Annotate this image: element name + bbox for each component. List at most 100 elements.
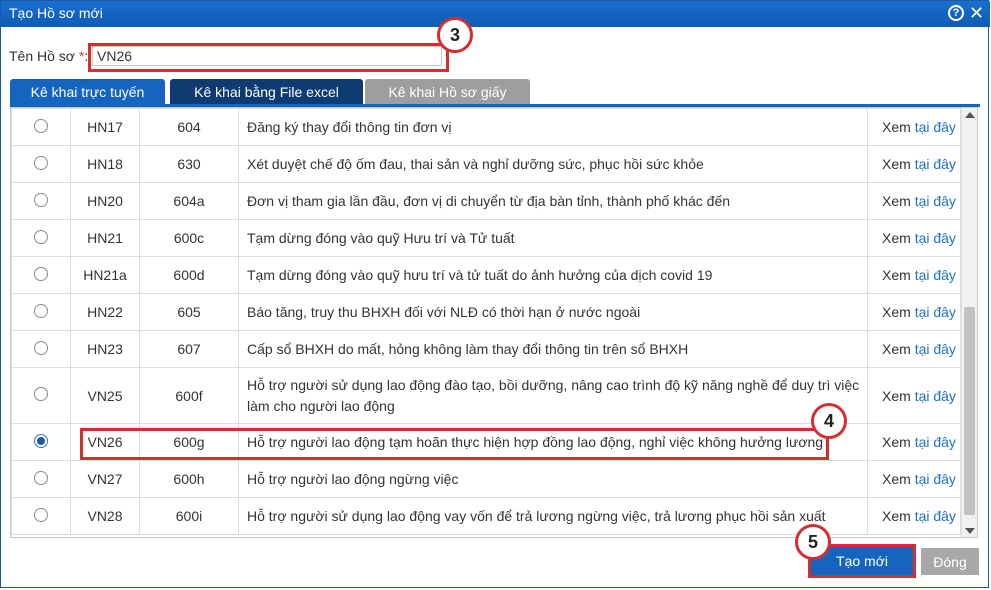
view-here-link[interactable]: tại đây bbox=[915, 230, 956, 246]
row-radio[interactable] bbox=[34, 192, 48, 207]
view-link-cell: Xem tại đây bbox=[867, 219, 961, 257]
row-radio[interactable] bbox=[34, 433, 48, 448]
row-radio[interactable] bbox=[34, 470, 48, 485]
view-here-link[interactable]: tại đây bbox=[915, 267, 956, 283]
form-number: 604 bbox=[139, 108, 239, 146]
procedure-grid: HN17 604 Đăng ký thay đổi thông tin đơn vị… bbox=[10, 107, 978, 538]
view-prefix: Xem bbox=[882, 508, 911, 524]
profile-name-label-text: Tên Hồ sơ bbox=[9, 48, 75, 64]
row-select-cell[interactable] bbox=[11, 367, 71, 424]
view-here-link[interactable]: tại đây bbox=[915, 119, 956, 135]
row-radio[interactable] bbox=[34, 340, 48, 355]
view-link-cell: Xem tại đây bbox=[867, 460, 961, 498]
row-select-cell[interactable] bbox=[11, 293, 71, 331]
view-link-cell: Xem tại đây bbox=[867, 108, 961, 146]
view-link-cell: Xem tại đây bbox=[867, 330, 961, 368]
table-row[interactable]: HN22 605 Báo tăng, truy thu BHXH đối với N… bbox=[11, 293, 961, 331]
form-number: 600h bbox=[139, 460, 239, 498]
view-link-cell: Xem tại đây bbox=[867, 367, 961, 424]
view-here-link[interactable]: tại đây bbox=[915, 471, 956, 487]
row-radio[interactable] bbox=[34, 118, 48, 133]
selected-row-highlight bbox=[80, 428, 829, 460]
view-link-cell: Xem tại đây bbox=[867, 256, 961, 294]
view-here-link[interactable]: tại đây bbox=[915, 508, 956, 524]
row-select-cell[interactable] bbox=[11, 182, 71, 220]
procedure-code: HN17 bbox=[70, 108, 140, 146]
procedure-description: Tạm dừng đóng vào quỹ hưu trí và tử tuất… bbox=[238, 256, 868, 294]
view-here-link[interactable]: tại đây bbox=[915, 434, 956, 450]
view-prefix: Xem bbox=[882, 341, 911, 357]
profile-name-label: Tên Hồ sơ *: bbox=[9, 48, 88, 64]
row-select-cell[interactable] bbox=[11, 497, 71, 535]
view-prefix: Xem bbox=[882, 267, 911, 283]
row-radio[interactable] bbox=[34, 266, 48, 281]
view-here-link[interactable]: tại đây bbox=[915, 304, 956, 320]
tab-online-declaration[interactable]: Kê khai trực tuyến bbox=[10, 79, 165, 106]
view-prefix: Xem bbox=[882, 119, 911, 135]
form-number: 600d bbox=[139, 256, 239, 294]
form-number: 630 bbox=[139, 145, 239, 183]
table-row[interactable]: HN23 607 Cấp sổ BHXH do mất, hỏng không là… bbox=[11, 330, 961, 368]
row-select-cell[interactable] bbox=[11, 423, 71, 461]
table-row[interactable]: HN18 630 Xét duyệt chế độ ốm đau, thai sản… bbox=[11, 145, 961, 183]
row-select-cell[interactable] bbox=[11, 330, 71, 368]
name-field-highlight bbox=[88, 43, 449, 72]
view-prefix: Xem bbox=[882, 304, 911, 320]
procedure-description: Báo tăng, truy thu BHXH đối với NLĐ có t… bbox=[238, 293, 868, 331]
tab-excel-declaration[interactable]: Kê khai bằng File excel bbox=[170, 79, 363, 106]
view-link-cell: Xem tại đây bbox=[867, 145, 961, 183]
row-select-cell[interactable] bbox=[11, 145, 71, 183]
scroll-thumb[interactable] bbox=[964, 307, 975, 515]
table-row[interactable]: HN21 600c Tạm dừng đóng vào quỹ Hưu trí và… bbox=[11, 219, 961, 257]
form-number: 607 bbox=[139, 330, 239, 368]
row-select-cell[interactable] bbox=[11, 460, 71, 498]
form-number: 604a bbox=[139, 182, 239, 220]
callout-5: 5 bbox=[795, 524, 831, 560]
view-here-link[interactable]: tại đây bbox=[915, 156, 956, 172]
procedure-description: Hỗ trợ người sử dụng lao động đào tạo, b… bbox=[238, 367, 868, 424]
procedure-description: Hỗ trợ người lao động ngừng việc bbox=[238, 460, 868, 498]
procedure-code: HN22 bbox=[70, 293, 140, 331]
vertical-scrollbar[interactable] bbox=[961, 108, 977, 537]
view-link-cell: Xem tại đây bbox=[867, 293, 961, 331]
help-icon[interactable]: ? bbox=[948, 5, 964, 21]
row-select-cell[interactable] bbox=[11, 219, 71, 257]
tab-paper-declaration[interactable]: Kê khai Hồ sơ giấy bbox=[365, 79, 530, 106]
procedure-code: HN18 bbox=[70, 145, 140, 183]
row-select-cell[interactable] bbox=[11, 256, 71, 294]
procedure-table: HN17 604 Đăng ký thay đổi thông tin đơn vị… bbox=[11, 108, 961, 535]
row-radio[interactable] bbox=[34, 507, 48, 522]
view-prefix: Xem bbox=[882, 387, 911, 404]
procedure-code: VN27 bbox=[70, 460, 140, 498]
scroll-up-icon[interactable] bbox=[965, 112, 975, 118]
procedure-description: Cấp sổ BHXH do mất, hỏng không làm thay … bbox=[238, 330, 868, 368]
procedure-description: Tạm dừng đóng vào quỹ Hưu trí và Tử tuất bbox=[238, 219, 868, 257]
row-radio[interactable] bbox=[34, 387, 48, 401]
procedure-code: VN28 bbox=[70, 497, 140, 535]
view-here-link[interactable]: tại đây bbox=[915, 193, 956, 209]
form-number: 600f bbox=[139, 367, 239, 424]
row-radio[interactable] bbox=[34, 155, 48, 170]
view-prefix: Xem bbox=[882, 193, 911, 209]
form-number: 605 bbox=[139, 293, 239, 331]
view-here-link[interactable]: tại đây bbox=[915, 341, 956, 357]
dialog-title: Tạo Hồ sơ mới bbox=[9, 5, 103, 21]
row-radio[interactable] bbox=[34, 303, 48, 318]
form-number: 600i bbox=[139, 497, 239, 535]
table-row[interactable]: HN20 604a Đơn vị tham gia lần đầu, đơn vị … bbox=[11, 182, 961, 220]
table-row[interactable]: VN27 600h Hỗ trợ người lao động ngừng việc… bbox=[11, 460, 961, 498]
procedure-description: Xét duyệt chế độ ốm đau, thai sản và ngh… bbox=[238, 145, 868, 183]
row-radio[interactable] bbox=[34, 229, 48, 244]
procedure-description: Đăng ký thay đổi thông tin đơn vị bbox=[238, 108, 868, 146]
row-select-cell[interactable] bbox=[11, 108, 71, 146]
view-here-link[interactable]: tại đây bbox=[915, 388, 956, 404]
title-bar: Tạo Hồ sơ mới ? ✕ bbox=[1, 1, 990, 27]
table-row[interactable]: HN21a 600d Tạm dừng đóng vào quỹ hưu trí v… bbox=[11, 256, 961, 294]
table-row[interactable]: HN17 604 Đăng ký thay đổi thông tin đơn vị… bbox=[11, 108, 961, 146]
scroll-down-icon[interactable] bbox=[965, 528, 975, 534]
close-icon[interactable]: ✕ bbox=[969, 3, 984, 23]
callout-3: 3 bbox=[437, 17, 473, 53]
view-link-cell: Xem tại đây bbox=[867, 423, 961, 461]
view-prefix: Xem bbox=[882, 434, 911, 450]
close-button[interactable]: Đóng bbox=[921, 548, 979, 575]
